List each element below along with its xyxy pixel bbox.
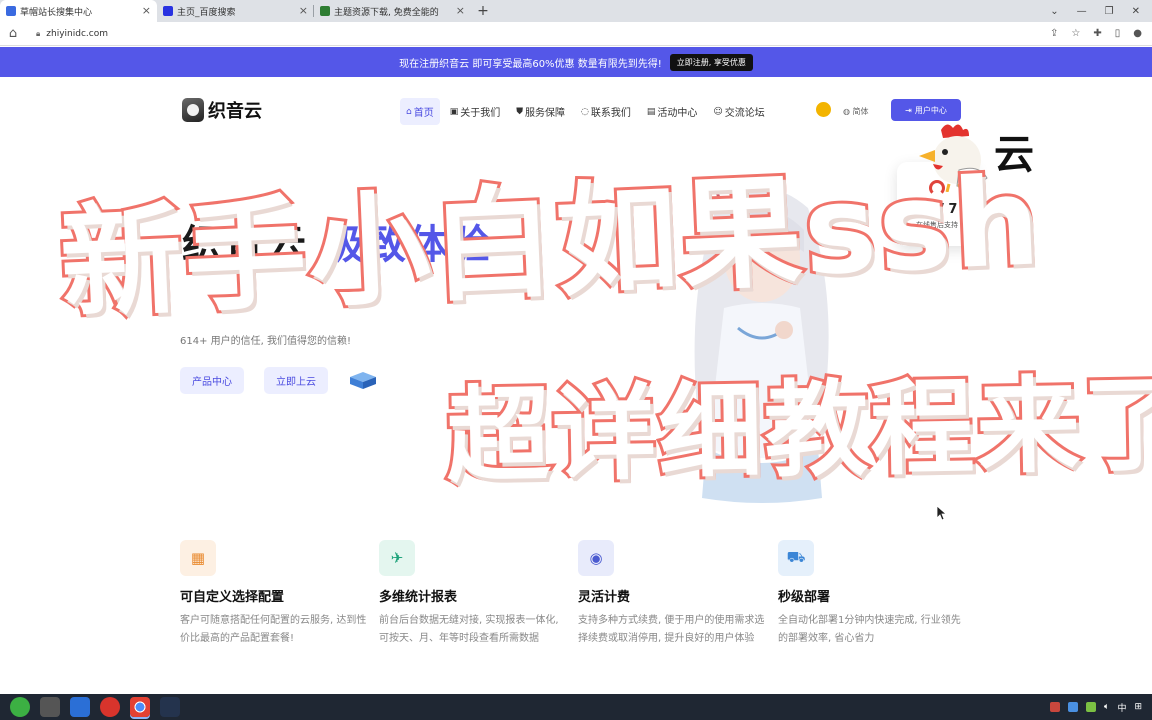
volume-icon[interactable]: 🔈︎ [1104,702,1109,712]
feature-desc: 前台后台数据无缝对接, 实现报表一体化, 可按天、月、年等时段查看所需数据 [379,615,559,644]
globe-icon: ◉ [578,540,614,576]
config-icon: ▦ [180,540,216,576]
tab-favicon-icon [6,6,16,16]
nav-item-activity[interactable]: ▤ 活动中心 [641,98,704,125]
address-bar[interactable]: 🔒︎ zhiyinidc.com [26,24,1050,44]
profile-icon[interactable]: ● [1133,28,1142,39]
browser-tab-3[interactable]: 主题资源下载, 免费全能的 × [314,0,471,22]
url-text: zhiyinidc.com [46,28,108,39]
overlay-caption-line-1: 新手小白如果ssh [54,147,1047,338]
logo-mascot-icon [182,98,204,122]
tab-close-icon[interactable]: × [142,4,151,17]
nav-item-label: 关于我们 [460,108,501,119]
tab-title: 主页_百度搜索 [177,7,236,18]
close-window-icon[interactable]: ✕ [1132,6,1140,17]
taskbar-app-icon[interactable] [160,697,180,717]
browser-tab-2[interactable]: 主页_百度搜索 × [157,0,314,22]
mouse-cursor-icon [937,506,947,520]
home-icon[interactable]: ⌂ [0,26,26,41]
taskbar-app-icon[interactable] [70,697,90,717]
logo-text: 织音云 [208,101,262,122]
tab-title: 主题资源下载, 免费全能的 [334,7,439,18]
nav-item-label: 活动中心 [657,108,698,119]
shield-icon: ⛊ [516,106,523,117]
bookmark-star-icon[interactable]: ☆ [1071,28,1080,39]
browser-toolbar: ⌂ 🔒︎ zhiyinidc.com ⇪ ☆ ✚ ▯ ● [0,22,1152,46]
extensions-icon[interactable]: ✚ [1093,28,1101,39]
user-center-label: 用户中心 [914,105,947,115]
feature-reports: ✈ 多维统计报表 前台后台数据无缝对接, 实现报表一体化, 可按天、月、年等时段… [379,540,569,648]
browser-tabstrip: 草帽站长搜集中心 × 主页_百度搜索 × 主题资源下载, 免费全能的 × + ⌄… [0,0,1152,22]
tab-search-icon[interactable]: ⌄ [1050,6,1058,17]
browser-tab-1[interactable]: 草帽站长搜集中心 × [0,0,157,22]
new-tab-button[interactable]: + [471,0,495,22]
nav-item-label: 交流论坛 [724,108,765,119]
feature-title: 多维统计报表 [379,590,458,605]
promo-text: 现在注册织音云 即可享受最高60%优惠 数量有限先到先得! [399,58,662,70]
screen: 草帽站长搜集中心 × 主页_百度搜索 × 主题资源下载, 免费全能的 × + ⌄… [0,0,1152,720]
feature-desc: 全自动化部署1分钟内快速完成, 行业领先的部署效率, 省心省力 [778,615,961,644]
user-center-button[interactable]: ⇥ 用户中心 [891,99,961,121]
feature-title: 灵活计费 [578,590,631,605]
nav-item-label: 服务保障 [525,108,565,119]
feature-billing: ◉ 灵活计费 支持多种方式续费, 便于用户的使用需求选择续费或取消停用, 提升良… [578,540,768,648]
sidepanel-icon[interactable]: ▯ [1115,28,1121,39]
nav-item-contact[interactable]: ◌ 联系我们 [575,98,637,125]
tab-favicon-icon [320,6,330,16]
maximize-icon[interactable]: ❐ [1105,6,1114,17]
taskbar-app-icon[interactable] [100,697,120,717]
theme-toggle-sun-icon[interactable] [816,102,831,117]
os-taskbar: 🔈︎ 中 ⊞ [0,694,1152,720]
users-icon: ☺ [713,106,723,117]
car-icon: ⛟ [778,540,814,576]
overlay-caption-line-2: 超详细教程来了 [442,360,1152,501]
feature-deploy: ⛟ 秒级部署 全自动化部署1分钟内快速完成, 行业领先的部署效率, 省心省力 [778,540,968,648]
id-card-icon: ▣ [449,106,459,117]
input-method-indicator[interactable]: 中 [1117,701,1126,714]
deploy-cloud-button[interactable]: 立即上云 [264,367,328,394]
tray-app-icon[interactable] [1050,702,1061,712]
promo-register-button[interactable]: 立即注册, 享受优惠 [669,53,753,71]
tab-title: 草帽站长搜集中心 [20,7,93,18]
nav-item-about[interactable]: ▣ 关于我们 [444,98,507,125]
gift-icon: ▤ [646,106,656,117]
globe-icon: ◍ [843,107,850,116]
tray-app-icon[interactable] [1068,702,1079,712]
feature-desc: 客户可随意搭配任何配置的云服务, 达到性价比最高的产品配置套餐! [180,615,367,644]
chrome-taskbar-icon[interactable] [130,697,150,717]
main-menu: ⌂ 首页 ▣ 关于我们 ⛊ 服务保障 ◌ 联系我们 ▤ 活动中心 ☺ 交流论坛 [400,98,771,125]
taskbar-app-icon[interactable] [40,697,60,717]
tray-app-icon[interactable] [1086,702,1097,712]
cube-box-icon [350,372,376,389]
tab-close-icon[interactable]: × [299,4,308,17]
language-switch[interactable]: ◍ 简体 [843,106,869,117]
home-icon: ⌂ [406,106,412,117]
site-logo[interactable]: 织音云 [182,97,262,123]
products-button[interactable]: 产品中心 [180,367,244,394]
tab-close-icon[interactable]: × [456,4,465,17]
nav-item-label: 首页 [413,108,434,119]
language-label: 简体 [852,107,869,116]
feature-custom-config: ▦ 可自定义选择配置 客户可随意搭配任何配置的云服务, 达到性价比最高的产品配置… [180,540,370,648]
system-tray: 🔈︎ 中 ⊞ [1050,694,1142,720]
window-controls: ⌄ — ❐ ✕ [1050,0,1152,22]
start-button-icon[interactable] [10,697,30,717]
nav-item-label: 联系我们 [590,108,631,119]
feature-title: 可自定义选择配置 [180,590,285,605]
nav-item-home[interactable]: ⌂ 首页 [400,98,440,125]
tab-favicon-icon [163,6,173,16]
minimize-icon[interactable]: — [1077,6,1087,17]
grid-icon[interactable]: ⊞ [1134,702,1142,712]
promo-banner: 现在注册织音云 即可享受最高60%优惠 数量有限先到先得! 立即注册, 享受优惠 [0,47,1152,77]
feature-desc: 支持多种方式续费, 便于用户的使用需求选择续费或取消停用, 提升良好的用户体验 [578,615,765,644]
toolbar-icons: ⇪ ☆ ✚ ▯ ● [1050,28,1152,39]
plane-icon: ✈ [379,540,415,576]
nav-item-forum[interactable]: ☺ 交流论坛 [707,98,770,125]
nav-item-service[interactable]: ⛊ 服务保障 [510,98,571,125]
share-icon[interactable]: ⇪ [1050,28,1058,39]
lock-icon: 🔒︎ [36,28,41,38]
chat-icon: ◌ [581,106,589,117]
feature-title: 秒级部署 [778,590,831,605]
login-icon: ⇥ [905,105,912,115]
